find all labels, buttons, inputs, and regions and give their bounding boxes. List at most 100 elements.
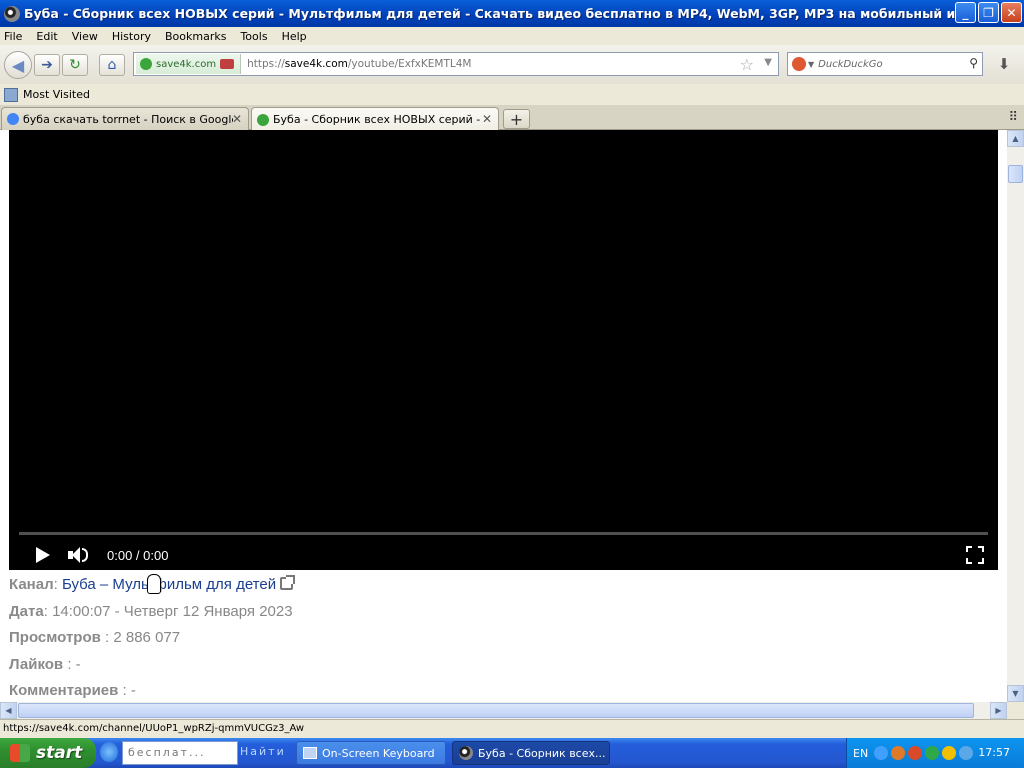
- windows-logo-icon: [10, 744, 30, 762]
- menu-edit[interactable]: Edit: [36, 30, 57, 43]
- fullscreen-icon[interactable]: [966, 546, 984, 564]
- tray-expand-icon[interactable]: [874, 746, 889, 760]
- tab-list-icon[interactable]: ⠿: [1008, 110, 1018, 125]
- site-identity-label: save4k.com: [156, 58, 217, 70]
- taskbar-search-input[interactable]: бесплат...: [122, 741, 238, 765]
- site-identity-button[interactable]: save4k.com: [136, 54, 242, 74]
- google-favicon-icon: [7, 113, 19, 125]
- likes-label: Лайков: [9, 655, 64, 673]
- scroll-up-icon[interactable]: ▲: [1007, 130, 1024, 147]
- menu-bookmarks[interactable]: Bookmarks: [165, 30, 226, 43]
- lock-icon: [220, 59, 235, 69]
- language-indicator[interactable]: EN: [853, 747, 868, 760]
- window-title: Буба - Сборник всех НОВЫХ серий - Мультф…: [24, 6, 959, 21]
- search-bar[interactable]: ▼ DuckDuckGo ⚲: [787, 52, 983, 76]
- volume-icon[interactable]: [68, 546, 88, 564]
- secure-globe-icon: [140, 58, 152, 70]
- video-controls: 0:00 / 0:00: [9, 540, 998, 570]
- downloads-button[interactable]: ⬇: [990, 52, 1018, 76]
- search-icon[interactable]: ⚲: [969, 56, 978, 70]
- tab-label: Буба - Сборник всех НОВЫХ серий - Му...: [273, 113, 483, 126]
- comments-label: Комментариев: [9, 682, 119, 699]
- url-text[interactable]: https://save4k.com/youtube/ExfxKEMTL4M: [247, 58, 471, 70]
- external-link-icon[interactable]: [280, 575, 296, 590]
- close-tab-icon[interactable]: ✕: [482, 112, 492, 126]
- taskbar-find-button[interactable]: Найти: [240, 741, 290, 765]
- comments-value: -: [130, 682, 136, 699]
- url-bar[interactable]: save4k.com https://save4k.com/youtube/Ex…: [133, 52, 779, 76]
- channel-link[interactable]: Буба – Мультфильм для детей: [62, 576, 276, 593]
- video-time: 0:00 / 0:00: [107, 547, 169, 563]
- date-value: 14:00:07 - Четверг 12 Января 2023: [52, 602, 293, 620]
- close-tab-icon[interactable]: ✕: [232, 112, 242, 126]
- likes-value: -: [75, 655, 81, 673]
- maximize-button[interactable]: ❐: [978, 2, 999, 23]
- tray-app-icon[interactable]: [891, 746, 906, 760]
- tab-strip: буба скачать torrnet - Поиск в Google ✕ …: [0, 105, 1024, 131]
- browser-app-icon: [459, 746, 473, 760]
- task-label: On-Screen Keyboard: [322, 746, 435, 760]
- channel-label: Канал: [9, 576, 54, 593]
- scroll-left-icon[interactable]: ◀: [0, 702, 17, 719]
- url-prefix: https://: [247, 58, 285, 70]
- save4k-favicon-icon: [257, 113, 269, 126]
- tray-app-icon[interactable]: [908, 746, 923, 760]
- page-content: 0:00 / 0:00 Канал: Буба – Мультфильм для…: [0, 130, 1007, 702]
- bookmark-folder-icon: [4, 87, 18, 102]
- tab-google-search[interactable]: буба скачать torrnet - Поиск в Google ✕: [1, 107, 249, 130]
- search-input[interactable]: DuckDuckGo: [818, 59, 883, 70]
- date-row: Дата: 14:00:07 - Четверг 12 Января 2023: [9, 602, 293, 620]
- menu-view[interactable]: View: [72, 30, 98, 43]
- back-button[interactable]: ◀: [4, 51, 32, 79]
- start-label: start: [36, 743, 83, 763]
- most-visited-bookmark[interactable]: Most Visited: [23, 88, 90, 101]
- new-tab-button[interactable]: +: [503, 109, 530, 129]
- menu-tools[interactable]: Tools: [240, 30, 267, 43]
- views-value: 2 886 077: [113, 629, 181, 646]
- menu-history[interactable]: History: [112, 30, 151, 43]
- play-icon[interactable]: [36, 547, 50, 563]
- views-row: Просмотров : 2 886 077: [9, 629, 181, 646]
- minimize-button[interactable]: _: [955, 2, 976, 23]
- home-button[interactable]: ⌂: [99, 54, 125, 76]
- duckduckgo-icon[interactable]: [792, 57, 806, 71]
- scroll-right-icon[interactable]: ▶: [990, 702, 1007, 719]
- task-browser-window[interactable]: Буба - Сборник всех...: [452, 741, 610, 765]
- url-history-dropdown-icon[interactable]: ▼: [764, 57, 772, 68]
- search-engine-dropdown-icon[interactable]: ▼: [808, 60, 814, 69]
- download-arrow-icon: ⬇: [997, 55, 1011, 73]
- hand-cursor-icon: [147, 574, 161, 594]
- vertical-scrollbar[interactable]: ▲ ▼: [1007, 130, 1024, 702]
- plus-icon: +: [509, 109, 524, 129]
- forward-button[interactable]: ➔: [34, 54, 60, 76]
- reload-icon: ↻: [69, 57, 81, 73]
- arrow-right-icon: ➔: [41, 57, 53, 73]
- bookmark-star-icon[interactable]: ☆: [740, 55, 754, 74]
- tab-buba-video[interactable]: Буба - Сборник всех НОВЫХ серий - Му... …: [251, 107, 499, 131]
- window-titlebar: Буба - Сборник всех НОВЫХ серий - Мультф…: [0, 0, 1024, 27]
- horizontal-scroll-thumb[interactable]: [18, 703, 974, 718]
- vertical-scroll-thumb[interactable]: [1008, 165, 1023, 183]
- tray-app-icon[interactable]: [925, 746, 940, 760]
- browser-app-icon[interactable]: [4, 5, 20, 22]
- scroll-down-icon[interactable]: ▼: [1007, 685, 1024, 702]
- task-on-screen-keyboard[interactable]: On-Screen Keyboard: [296, 741, 446, 765]
- internet-explorer-icon[interactable]: [100, 742, 118, 762]
- reload-button[interactable]: ↻: [62, 54, 88, 76]
- close-button[interactable]: ✕: [1001, 2, 1022, 23]
- horizontal-scrollbar[interactable]: ◀ ▶: [0, 702, 1007, 719]
- video-progress-bar[interactable]: [19, 532, 988, 535]
- start-button[interactable]: start: [0, 738, 96, 768]
- bookmarks-bar: Most Visited: [0, 84, 1024, 105]
- tray-app-icon[interactable]: [942, 746, 957, 760]
- status-bar: https://save4k.com/channel/UUoP1_wpRZj-q…: [0, 719, 1024, 738]
- url-domain: save4k.com: [284, 58, 348, 70]
- system-tray: EN 17:57: [846, 738, 1024, 768]
- menu-help[interactable]: Help: [282, 30, 307, 43]
- url-path: /youtube/ExfxKEMTL4M: [347, 58, 472, 70]
- video-player[interactable]: 0:00 / 0:00: [9, 130, 998, 570]
- clock: 17:57: [978, 746, 1010, 759]
- menu-file[interactable]: File: [4, 30, 22, 43]
- views-label: Просмотров: [9, 629, 101, 646]
- tray-app-icon[interactable]: [959, 746, 974, 760]
